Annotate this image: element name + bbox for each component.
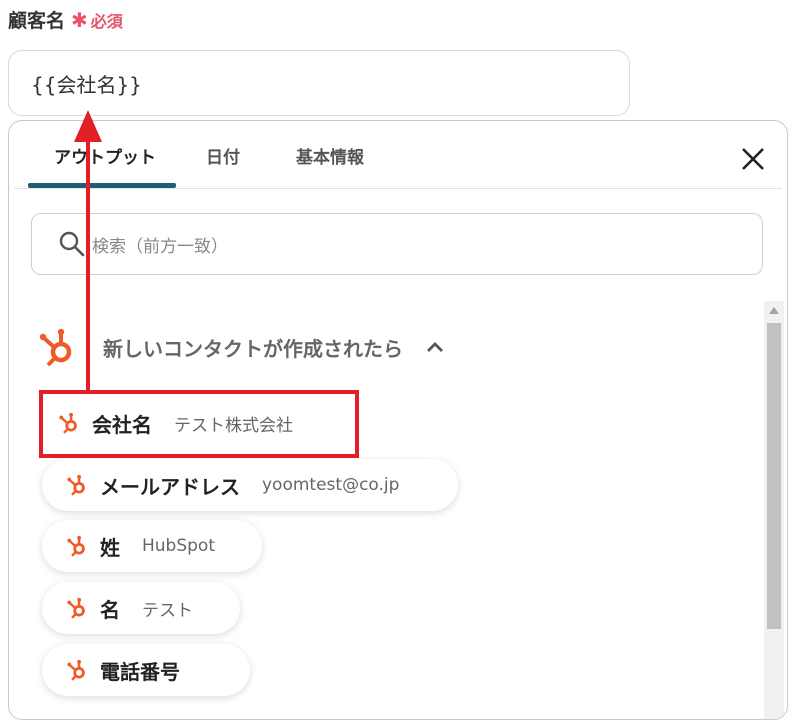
group-header[interactable]: 新しいコンタクトが作成されたら [37,321,445,373]
scroll-up-icon[interactable] [769,307,779,314]
customer-name-input[interactable]: {{会社名}} [8,50,630,116]
tab-bar: アウトプット 日付 基本情報 [14,121,782,189]
output-item-value: HubSpot [142,536,215,556]
output-item-phone[interactable]: 電話番号 [42,644,250,696]
customer-name-value: {{会社名}} [31,72,142,97]
required-badge: ✱ 必須 [71,8,123,32]
search-input[interactable]: 検索（前方一致） [31,213,763,275]
hubspot-icon [67,474,85,496]
tab-date[interactable]: 日付 [206,143,240,168]
group-title: 新しいコンタクトが作成されたら [103,336,403,361]
output-item-email[interactable]: メールアドレス yoomtest@co.jp [42,459,458,511]
active-tab-indicator [28,183,176,188]
search-icon [59,231,85,257]
output-item-first-name[interactable]: 名 テスト [42,582,240,634]
tab-output[interactable]: アウトプット [54,143,156,168]
scrollbar-thumb[interactable] [767,323,781,629]
hubspot-icon [67,659,85,681]
hubspot-icon [39,328,72,367]
field-label-text: 顧客名 [8,10,66,32]
output-item-value: yoomtest@co.jp [262,475,400,495]
required-text: 必須 [90,11,123,31]
output-item-name: メールアドレス [100,474,240,499]
output-item-name: 姓 [100,535,120,560]
hubspot-icon [67,597,85,619]
hubspot-icon [67,535,85,557]
output-item-last-name[interactable]: 姓 HubSpot [42,520,262,572]
output-item-value: テスト [142,600,193,621]
tab-basic-info[interactable]: 基本情報 [296,143,364,168]
annotation-highlight-box [39,390,359,458]
search-placeholder: 検索（前方一致） [92,236,228,257]
scrollbar[interactable] [764,301,784,719]
output-item-name: 電話番号 [100,659,180,684]
field-label: 顧客名 ✱ 必須 [8,6,123,33]
required-star-icon: ✱ [71,7,88,32]
chevron-up-icon[interactable] [425,340,445,354]
close-icon [742,148,764,170]
output-item-name: 名 [100,597,120,622]
close-button[interactable] [739,145,767,173]
